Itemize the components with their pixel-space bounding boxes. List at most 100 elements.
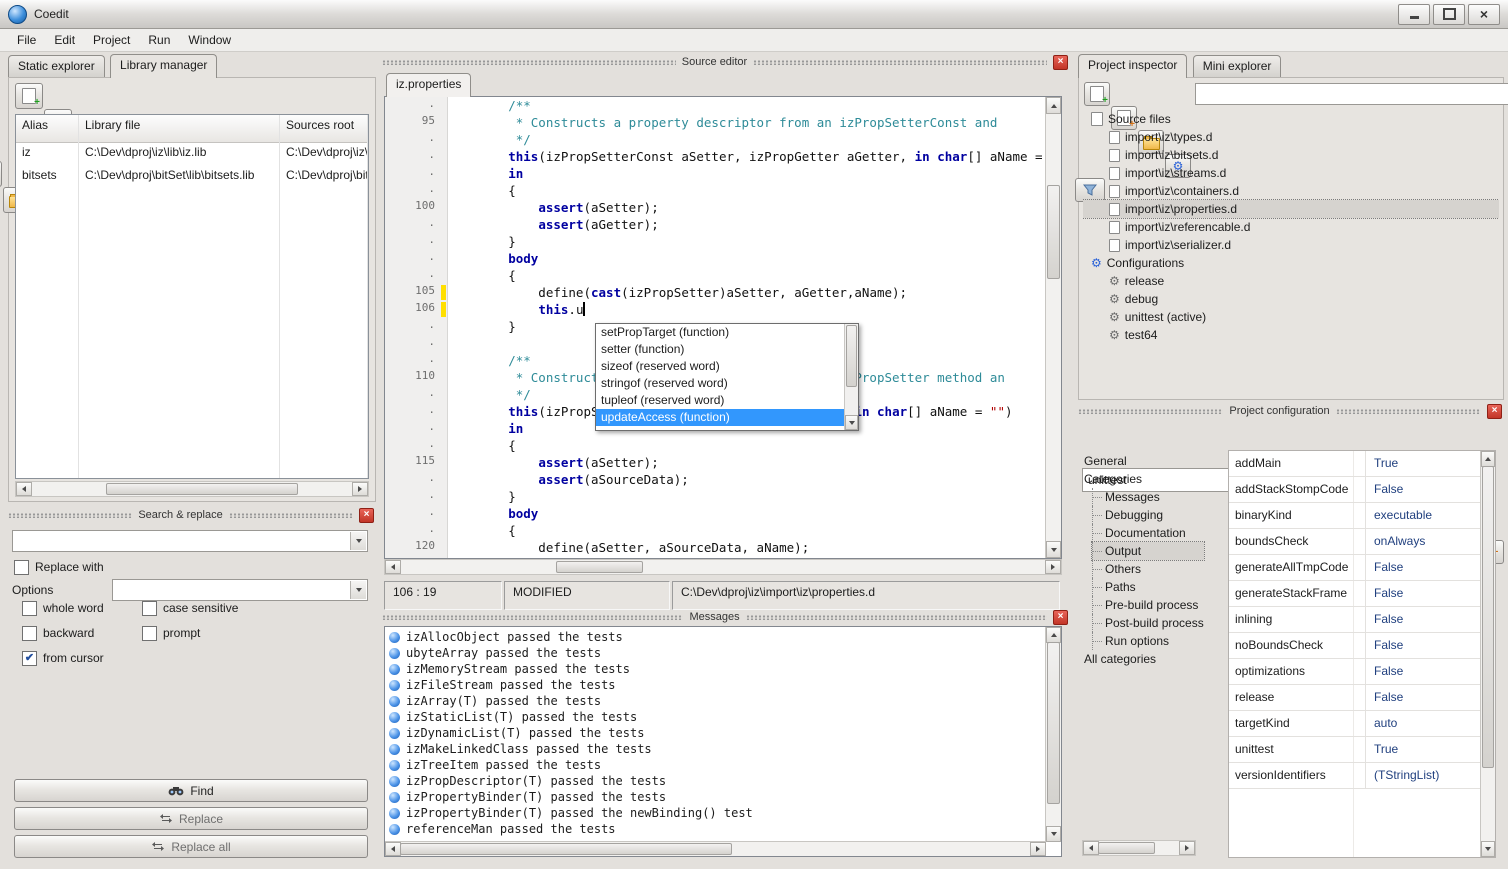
editor-horizontal-scrollbar[interactable] xyxy=(384,559,1062,575)
message-item[interactable]: izMemoryStream passed the tests xyxy=(385,661,1046,677)
tree-item-source-file[interactable]: import\iz\referencable.d xyxy=(1083,218,1499,236)
line-number[interactable]: 115 xyxy=(385,454,447,471)
code-line[interactable]: * Constructs a property descriptor from … xyxy=(448,114,1046,131)
property-row[interactable]: generateStackFrameFalse xyxy=(1229,581,1481,607)
scrollbar-thumb[interactable] xyxy=(846,325,857,387)
code-line[interactable]: { xyxy=(448,437,1046,454)
scrollbar-thumb[interactable] xyxy=(556,561,643,573)
source-files-root[interactable]: Source files xyxy=(1083,110,1499,128)
close-window-button[interactable]: × xyxy=(1468,4,1500,25)
line-number[interactable]: . xyxy=(385,182,447,199)
completion-item[interactable]: updateAccess (function) xyxy=(596,409,845,426)
line-number[interactable]: . xyxy=(385,488,447,505)
tree-item-configuration[interactable]: ⚙debug xyxy=(1083,290,1499,308)
library-horizontal-scrollbar[interactable] xyxy=(15,481,369,497)
line-number[interactable]: . xyxy=(385,437,447,454)
tree-item-source-file[interactable]: import\iz\properties.d xyxy=(1083,200,1499,218)
completion-item[interactable]: stringof (reserved word) xyxy=(596,375,845,392)
tree-item-configuration[interactable]: ⚙unittest (active) xyxy=(1083,308,1499,326)
message-item[interactable]: izStaticList(T) passed the tests xyxy=(385,709,1046,725)
line-number[interactable]: . xyxy=(385,522,447,539)
line-number[interactable]: . xyxy=(385,165,447,182)
property-value[interactable]: (TStringList) xyxy=(1366,763,1481,788)
property-grid-scrollbar[interactable] xyxy=(1480,451,1495,857)
line-number[interactable]: 106 xyxy=(385,301,447,318)
line-number[interactable]: . xyxy=(385,352,447,369)
line-number[interactable]: . xyxy=(385,131,447,148)
scrollbar-thumb[interactable] xyxy=(106,483,298,495)
checkbox-prompt[interactable]: prompt xyxy=(142,625,352,641)
line-number[interactable]: . xyxy=(385,471,447,488)
code-line[interactable]: /** xyxy=(448,97,1046,114)
replace-all-button[interactable]: Replace all xyxy=(14,835,368,858)
property-row[interactable]: optimizationsFalse xyxy=(1229,659,1481,685)
splitter-handle[interactable] xyxy=(382,615,683,620)
library-cell[interactable]: C:\Dev\dproj\iz\lib\iz.lib xyxy=(79,143,279,166)
scroll-left-button[interactable] xyxy=(1083,841,1099,855)
line-number[interactable]: . xyxy=(385,505,447,522)
code-line[interactable]: body xyxy=(448,505,1046,522)
menu-item-edit[interactable]: Edit xyxy=(45,30,84,50)
splitter-handle[interactable] xyxy=(8,513,132,518)
menu-item-window[interactable]: Window xyxy=(179,30,240,50)
category-paths[interactable]: Paths xyxy=(1092,578,1204,596)
close-search-panel-button[interactable]: × xyxy=(359,508,374,523)
tree-item-source-file[interactable]: import\iz\bitsets.d xyxy=(1083,146,1499,164)
property-value[interactable]: False xyxy=(1366,633,1481,658)
column-header-sources-root[interactable]: Sources root xyxy=(280,115,367,143)
property-value[interactable]: True xyxy=(1366,737,1481,762)
messages-vertical-scrollbar[interactable] xyxy=(1045,627,1061,842)
scroll-up-button[interactable] xyxy=(1481,451,1495,467)
line-number[interactable]: 110 xyxy=(385,369,447,386)
message-item[interactable]: izPropertyBinder(T) passed the tests xyxy=(385,789,1046,805)
property-value[interactable]: False xyxy=(1366,607,1481,632)
minimize-button[interactable] xyxy=(1398,4,1430,25)
scroll-right-button[interactable] xyxy=(1179,841,1195,855)
line-number[interactable]: . xyxy=(385,148,447,165)
category-general[interactable]: General xyxy=(1080,452,1204,470)
property-value[interactable]: False xyxy=(1366,685,1481,710)
checkbox-box[interactable] xyxy=(142,626,157,641)
library-cell[interactable]: C:\Dev\dproj\iz\ xyxy=(280,143,367,166)
code-line[interactable]: { xyxy=(448,267,1046,284)
property-row[interactable]: addMainTrue xyxy=(1229,451,1481,477)
close-messages-button[interactable]: × xyxy=(1053,610,1068,625)
property-row[interactable]: noBoundsCheckFalse xyxy=(1229,633,1481,659)
scroll-up-button[interactable] xyxy=(1046,627,1061,643)
property-value[interactable]: onAlways xyxy=(1366,529,1481,554)
tab-library-manager[interactable]: Library manager xyxy=(110,54,217,78)
message-item[interactable]: izMakeLinkedClass passed the tests xyxy=(385,741,1046,757)
code-line[interactable]: define(cast(izPropSetter)aSetter, aGette… xyxy=(448,284,1046,301)
column-header-library-file[interactable]: Library file xyxy=(79,115,279,143)
code-line[interactable]: this(izPropSetterConst aSetter, izPropGe… xyxy=(448,148,1046,165)
replace-with-checkbox[interactable]: Replace with xyxy=(14,559,104,575)
message-item[interactable]: referenceMan passed the tests xyxy=(385,821,1046,837)
line-number[interactable]: . xyxy=(385,97,447,114)
property-value[interactable]: executable xyxy=(1366,503,1481,528)
scroll-left-button[interactable] xyxy=(16,482,32,496)
line-number[interactable]: . xyxy=(385,250,447,267)
tree-item-configuration[interactable]: ⚙test64 xyxy=(1083,326,1499,344)
code-line[interactable]: { xyxy=(448,522,1046,539)
messages-horizontal-scrollbar[interactable] xyxy=(385,841,1046,856)
splitter-handle[interactable] xyxy=(382,60,676,65)
property-row[interactable]: releaseFalse xyxy=(1229,685,1481,711)
message-item[interactable]: izPropDescriptor(T) passed the tests xyxy=(385,773,1046,789)
editor-gutter[interactable]: .95....100....105106...110....115....120 xyxy=(385,97,448,558)
checkbox-box[interactable] xyxy=(142,601,157,616)
completion-item[interactable]: setPropTarget (function) xyxy=(596,324,845,341)
replace-text-combobox[interactable] xyxy=(112,579,368,601)
category-documentation[interactable]: Documentation xyxy=(1092,524,1204,542)
scrollbar-thumb[interactable] xyxy=(1047,642,1060,804)
tab-iz-properties[interactable]: iz.properties xyxy=(386,73,471,97)
splitter-handle[interactable] xyxy=(1336,409,1481,414)
search-text-combobox[interactable] xyxy=(12,530,368,552)
line-number[interactable]: 95 xyxy=(385,114,447,131)
splitter-handle[interactable] xyxy=(753,60,1047,65)
search-dropdown-button[interactable] xyxy=(350,532,366,550)
line-number[interactable]: 120 xyxy=(385,539,447,556)
open-library-folder-button[interactable] xyxy=(0,161,2,187)
property-value[interactable]: True xyxy=(1366,451,1481,476)
line-number[interactable]: . xyxy=(385,403,447,420)
code-line[interactable]: in xyxy=(448,165,1046,182)
